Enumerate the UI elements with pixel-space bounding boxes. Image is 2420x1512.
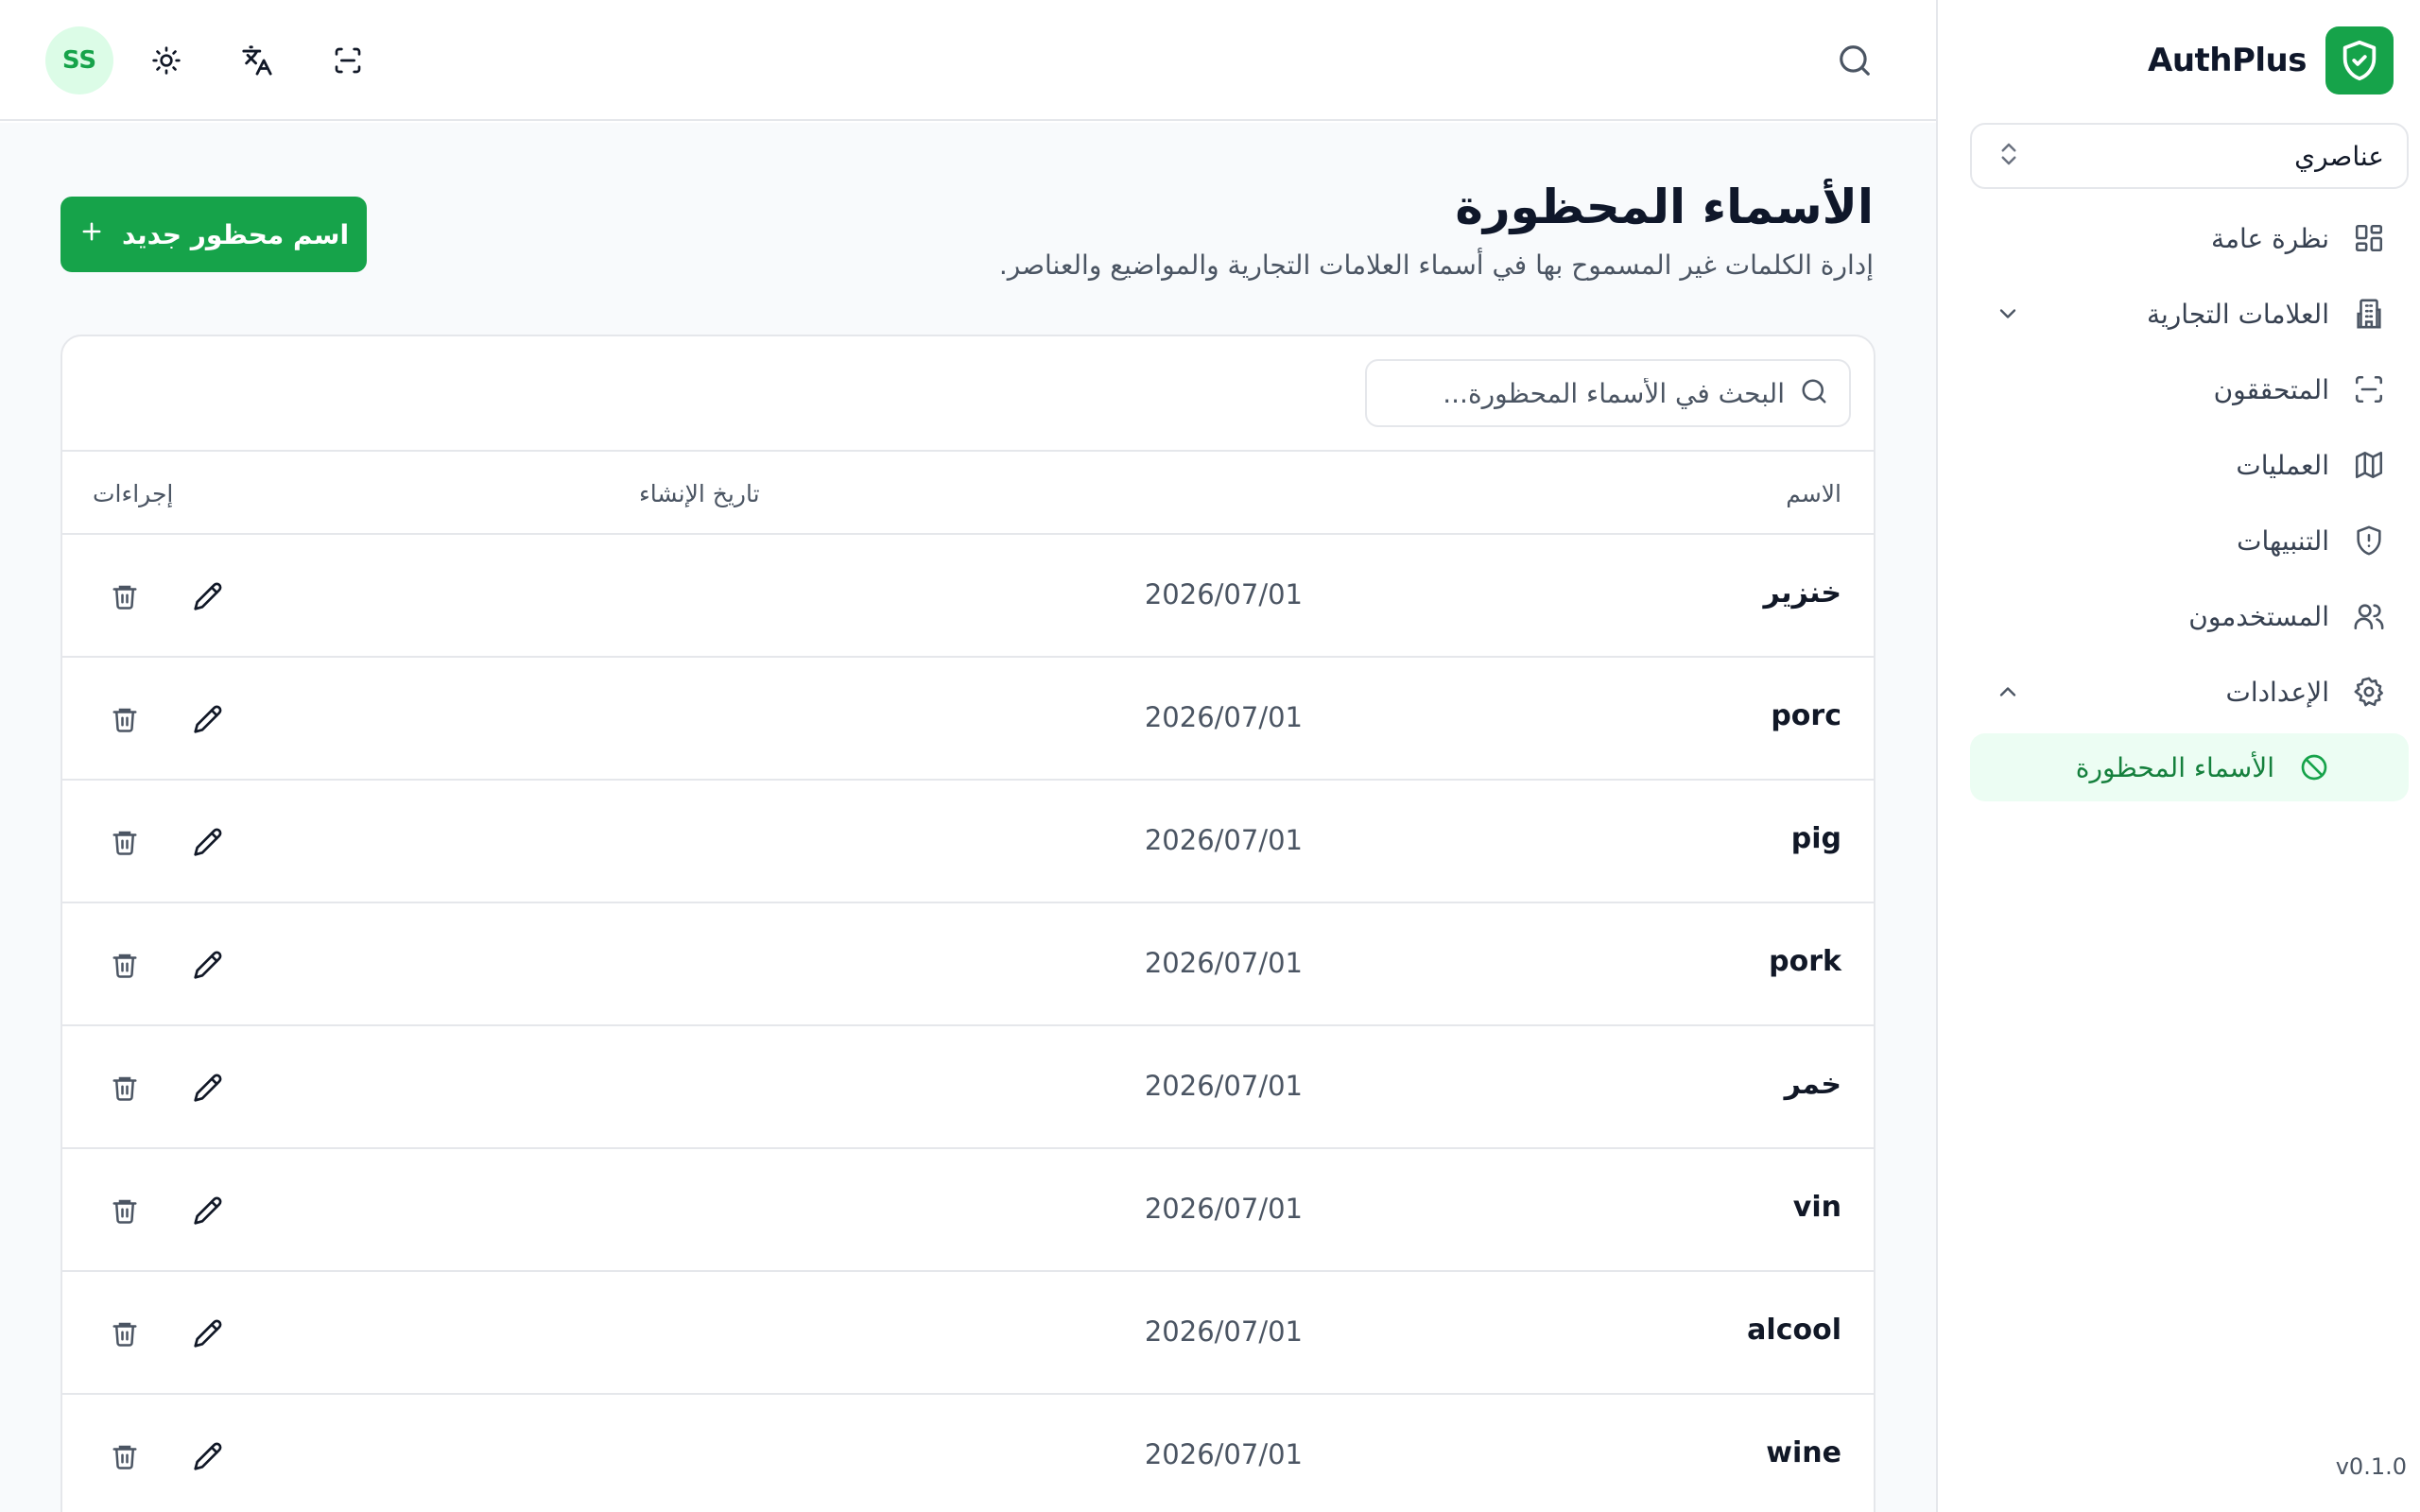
column-header-name[interactable]: الاسم [1786, 480, 1841, 507]
users-icon [2350, 597, 2388, 635]
pencil-icon[interactable] [185, 1434, 231, 1479]
app-root: AuthPlus عناصري نظرة عامة العلامات التجا… [0, 0, 2420, 1512]
sidebar-item-label: المتحققون [2213, 373, 2329, 405]
trash-icon[interactable] [102, 1188, 147, 1233]
trash-icon[interactable] [102, 942, 147, 988]
sidebar-item-label: العمليات [2236, 449, 2329, 481]
table-row: wine 2026/07/01 [62, 1395, 1874, 1512]
chevron-down-icon[interactable] [1991, 297, 2025, 331]
cell-name: خمر [1784, 1068, 1841, 1101]
cell-created: 2026/07/01 [1144, 1070, 1303, 1102]
new-banned-name-button[interactable]: اسم محظور جديد [60, 197, 367, 272]
sun-icon[interactable] [144, 38, 189, 83]
sidebar-item-operations[interactable]: العمليات [1970, 431, 2409, 499]
pencil-icon[interactable] [185, 574, 231, 619]
search-icon[interactable] [1832, 38, 1877, 83]
brand[interactable]: AuthPlus [2148, 26, 2394, 94]
ban-icon [2295, 748, 2333, 786]
scan-icon [2350, 370, 2388, 408]
column-header-created[interactable]: تاريخ الإنشاء [639, 480, 760, 507]
sidebar-item-banned-names[interactable]: الأسماء المحظورة [1970, 733, 2409, 801]
search-field[interactable] [1365, 359, 1851, 427]
page-subtitle: إدارة الكلمات غير المسموح بها في أسماء ا… [998, 249, 1874, 281]
banned-names-card: الاسم تاريخ الإنشاء إجراءات خنزير 2026/0… [60, 335, 1876, 1512]
cell-name: pig [1790, 822, 1841, 855]
app-version: v0.1.0 [2335, 1453, 2407, 1480]
cell-created: 2026/07/01 [1144, 947, 1303, 979]
new-button-label: اسم محظور جديد [121, 218, 350, 250]
page-title: الأسماء المحظورة [1455, 180, 1874, 234]
translate-icon[interactable] [234, 38, 280, 83]
pencil-icon[interactable] [185, 1311, 231, 1356]
map-icon [2350, 446, 2388, 484]
cell-name: خنزير [1763, 576, 1841, 610]
column-header-actions: إجراءات [93, 480, 174, 507]
cell-name: wine [1766, 1436, 1841, 1469]
sidebar-item-label: نظرة عامة [2210, 222, 2329, 254]
pencil-icon[interactable] [185, 696, 231, 742]
pencil-icon[interactable] [185, 1065, 231, 1110]
search-input[interactable] [1388, 377, 1785, 409]
pencil-icon[interactable] [185, 942, 231, 988]
sidebar-item-label: التنبيهات [2237, 524, 2329, 557]
table-header: الاسم تاريخ الإنشاء إجراءات [62, 450, 1874, 535]
chevron-up-icon[interactable] [1991, 675, 2025, 709]
sidebar-nav: نظرة عامة العلامات التجارية المتحققون ال… [1970, 204, 2409, 809]
building-icon [2350, 295, 2388, 333]
table-row: خمر 2026/07/01 [62, 1026, 1874, 1149]
scan-icon[interactable] [325, 38, 371, 83]
trash-icon[interactable] [102, 574, 147, 619]
sidebar-item-alerts[interactable]: التنبيهات [1970, 507, 2409, 575]
table-row: خنزير 2026/07/01 [62, 535, 1874, 658]
sidebar-item-label: المستخدمون [2188, 600, 2329, 632]
sidebar: AuthPlus عناصري نظرة عامة العلامات التجا… [1936, 0, 2420, 1512]
pencil-icon[interactable] [185, 819, 231, 865]
search-icon [1800, 377, 1828, 409]
shield-alert-icon [2350, 522, 2388, 559]
cell-created: 2026/07/01 [1144, 1438, 1303, 1470]
avatar[interactable]: SS [45, 26, 113, 94]
cell-created: 2026/07/01 [1144, 1193, 1303, 1225]
table-body: خنزير 2026/07/01 porc 2026/07/01 pig 202… [62, 535, 1874, 1512]
sidebar-item-users[interactable]: المستخدمون [1970, 582, 2409, 650]
cell-name: porc [1771, 699, 1841, 732]
plus-icon [78, 218, 105, 251]
table-row: pig 2026/07/01 [62, 781, 1874, 903]
trash-icon[interactable] [102, 1065, 147, 1110]
settings-icon [2350, 673, 2388, 711]
topbar: SS [0, 0, 1936, 121]
trash-icon[interactable] [102, 1311, 147, 1356]
workspace-label: عناصري [2294, 140, 2384, 172]
sidebar-item-label: الإعدادات [2225, 676, 2329, 708]
shield-check-icon [2325, 26, 2394, 94]
cell-name: alcool [1747, 1314, 1841, 1347]
table-row: pork 2026/07/01 [62, 903, 1874, 1026]
workspace-select[interactable]: عناصري [1970, 123, 2409, 189]
cell-created: 2026/07/01 [1144, 701, 1303, 733]
cell-created: 2026/07/01 [1144, 824, 1303, 856]
cell-name: vin [1792, 1191, 1841, 1224]
trash-icon[interactable] [102, 819, 147, 865]
table-row: alcool 2026/07/01 [62, 1272, 1874, 1395]
sidebar-item-brands[interactable]: العلامات التجارية [1970, 280, 2409, 348]
cell-created: 2026/07/01 [1144, 578, 1303, 610]
table-row: porc 2026/07/01 [62, 658, 1874, 781]
layout-grid-icon [2350, 219, 2388, 257]
sidebar-item-label: الأسماء المحظورة [2075, 751, 2274, 783]
chevrons-up-down-icon [1995, 140, 2023, 172]
trash-icon[interactable] [102, 1434, 147, 1479]
sidebar-item-overview[interactable]: نظرة عامة [1970, 204, 2409, 272]
pencil-icon[interactable] [185, 1188, 231, 1233]
cell-name: pork [1769, 945, 1841, 978]
main-content: الأسماء المحظورة إدارة الكلمات غير المسم… [0, 123, 1936, 1512]
brand-name: AuthPlus [2148, 42, 2308, 79]
trash-icon[interactable] [102, 696, 147, 742]
sidebar-item-label: العلامات التجارية [2146, 298, 2329, 330]
sidebar-item-verifiers[interactable]: المتحققون [1970, 355, 2409, 423]
cell-created: 2026/07/01 [1144, 1315, 1303, 1348]
table-row: vin 2026/07/01 [62, 1149, 1874, 1272]
sidebar-item-settings[interactable]: الإعدادات [1970, 658, 2409, 726]
